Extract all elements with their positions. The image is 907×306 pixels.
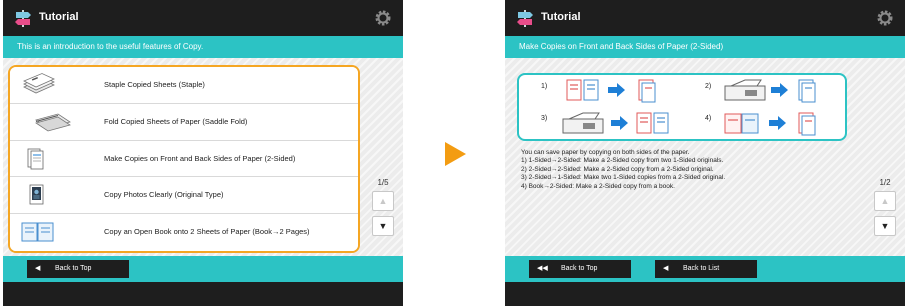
tutorial-signpost-icon [517, 10, 533, 27]
diagram-number: 4) [705, 115, 712, 122]
scroll-down-button[interactable]: ▼ [874, 216, 896, 236]
content-area: 1) 2) 3) 4) You can save paper by copyin… [505, 58, 905, 256]
pager: 1/2 ▲ ▼ [865, 58, 905, 256]
list-item-label: Staple Copied Sheets (Staple) [104, 80, 205, 89]
pager: 1/5 ▲ ▼ [363, 58, 403, 256]
gear-icon[interactable] [875, 8, 895, 28]
diagram-number: 1) [541, 83, 548, 90]
photo-icon [29, 184, 44, 205]
scroll-down-button[interactable]: ▼ [372, 216, 394, 236]
footer-bar [505, 282, 905, 306]
diagram-number: 3) [541, 115, 548, 122]
page-count: 1/5 [377, 178, 389, 187]
list-item-label: Copy an Open Book onto 2 Sheets of Paper… [104, 227, 310, 237]
bottom-bar: ◀◀ Back to Top ◀ Back to List [505, 256, 905, 282]
bottom-bar: ◀ Back to Top [3, 256, 403, 282]
book-to-two-sided-illustration [724, 112, 816, 136]
scroll-up-button[interactable]: ▲ [372, 191, 394, 211]
diagram-number: 2) [705, 83, 712, 90]
list-item-staple[interactable]: Staple Copied Sheets (Staple) [10, 67, 358, 104]
two-to-two-sided-illustration [724, 79, 816, 103]
back-arrow-icon: ◀ [663, 265, 669, 272]
screen-title: Tutorial [39, 11, 79, 23]
feature-list: Staple Copied Sheets (Staple) Fold Copie… [8, 65, 360, 253]
title-bar: Tutorial [505, 0, 905, 36]
info-bar: Make Copies on Front and Back Sides of P… [505, 36, 905, 58]
content-area: Staple Copied Sheets (Staple) Fold Copie… [3, 58, 403, 256]
list-item-label: Copy Photos Clearly (Original Type) [104, 190, 224, 200]
saddle-fold-icon [35, 113, 71, 132]
tutorial-signpost-icon [15, 10, 31, 27]
description-text: You can save paper by copying on both si… [521, 149, 725, 191]
description-line: 3) 2-Sided→1-Sided: Make two 1-Sided cop… [521, 174, 726, 182]
list-item-saddle-fold[interactable]: Fold Copied Sheets of Paper (Saddle Fold… [10, 103, 358, 141]
forward-arrow-icon [445, 142, 466, 166]
tutorial-screen-detail: Tutorial Make Copies on Front and Back S… [505, 0, 905, 306]
back-to-list-button[interactable]: ◀ Back to List [655, 260, 757, 278]
screen-title: Tutorial [541, 11, 581, 23]
back-to-top-button[interactable]: ◀◀ Back to Top [529, 260, 631, 278]
list-item-label: Fold Copied Sheets of Paper (Saddle Fold… [104, 116, 248, 126]
book-icon [21, 222, 54, 242]
staple-icon [23, 73, 55, 94]
list-item-label: Make Copies on Front and Back Sides of P… [104, 153, 296, 163]
description-line: 1) 1-Sided→2-Sided: Make a 2-Sided copy … [521, 157, 724, 165]
gear-icon[interactable] [373, 8, 393, 28]
description-line: 4) Book→2-Sided: Make a 2-Sided copy fro… [521, 182, 675, 190]
page-count: 1/2 [879, 178, 891, 187]
scroll-up-button[interactable]: ▲ [874, 191, 896, 211]
list-item-book[interactable]: Copy an Open Book onto 2 Sheets of Paper… [10, 214, 358, 251]
title-bar: Tutorial [3, 0, 403, 36]
back-to-top-button[interactable]: ◀ Back to Top [27, 260, 129, 278]
list-item-photo[interactable]: Copy Photos Clearly (Original Type) [10, 177, 358, 215]
description-line: You can save paper by copying on both si… [521, 149, 690, 156]
description-line: 2) 2-Sided→2-Sided: Make a 2-Sided copy … [521, 165, 714, 173]
footer-bar [3, 282, 403, 306]
tutorial-screen-list: Tutorial This is an introduction to the … [3, 0, 403, 306]
two-sided-diagram: 1) 2) 3) 4) [517, 73, 847, 141]
info-bar: This is an introduction to the useful fe… [3, 36, 403, 58]
one-to-two-sided-illustration [566, 79, 656, 103]
double-back-arrow-icon: ◀◀ [537, 265, 548, 272]
two-sided-icon [27, 148, 44, 169]
back-arrow-icon: ◀ [35, 265, 41, 272]
two-to-one-sided-illustration [562, 112, 669, 134]
list-item-two-sided[interactable]: Make Copies on Front and Back Sides of P… [10, 140, 358, 178]
